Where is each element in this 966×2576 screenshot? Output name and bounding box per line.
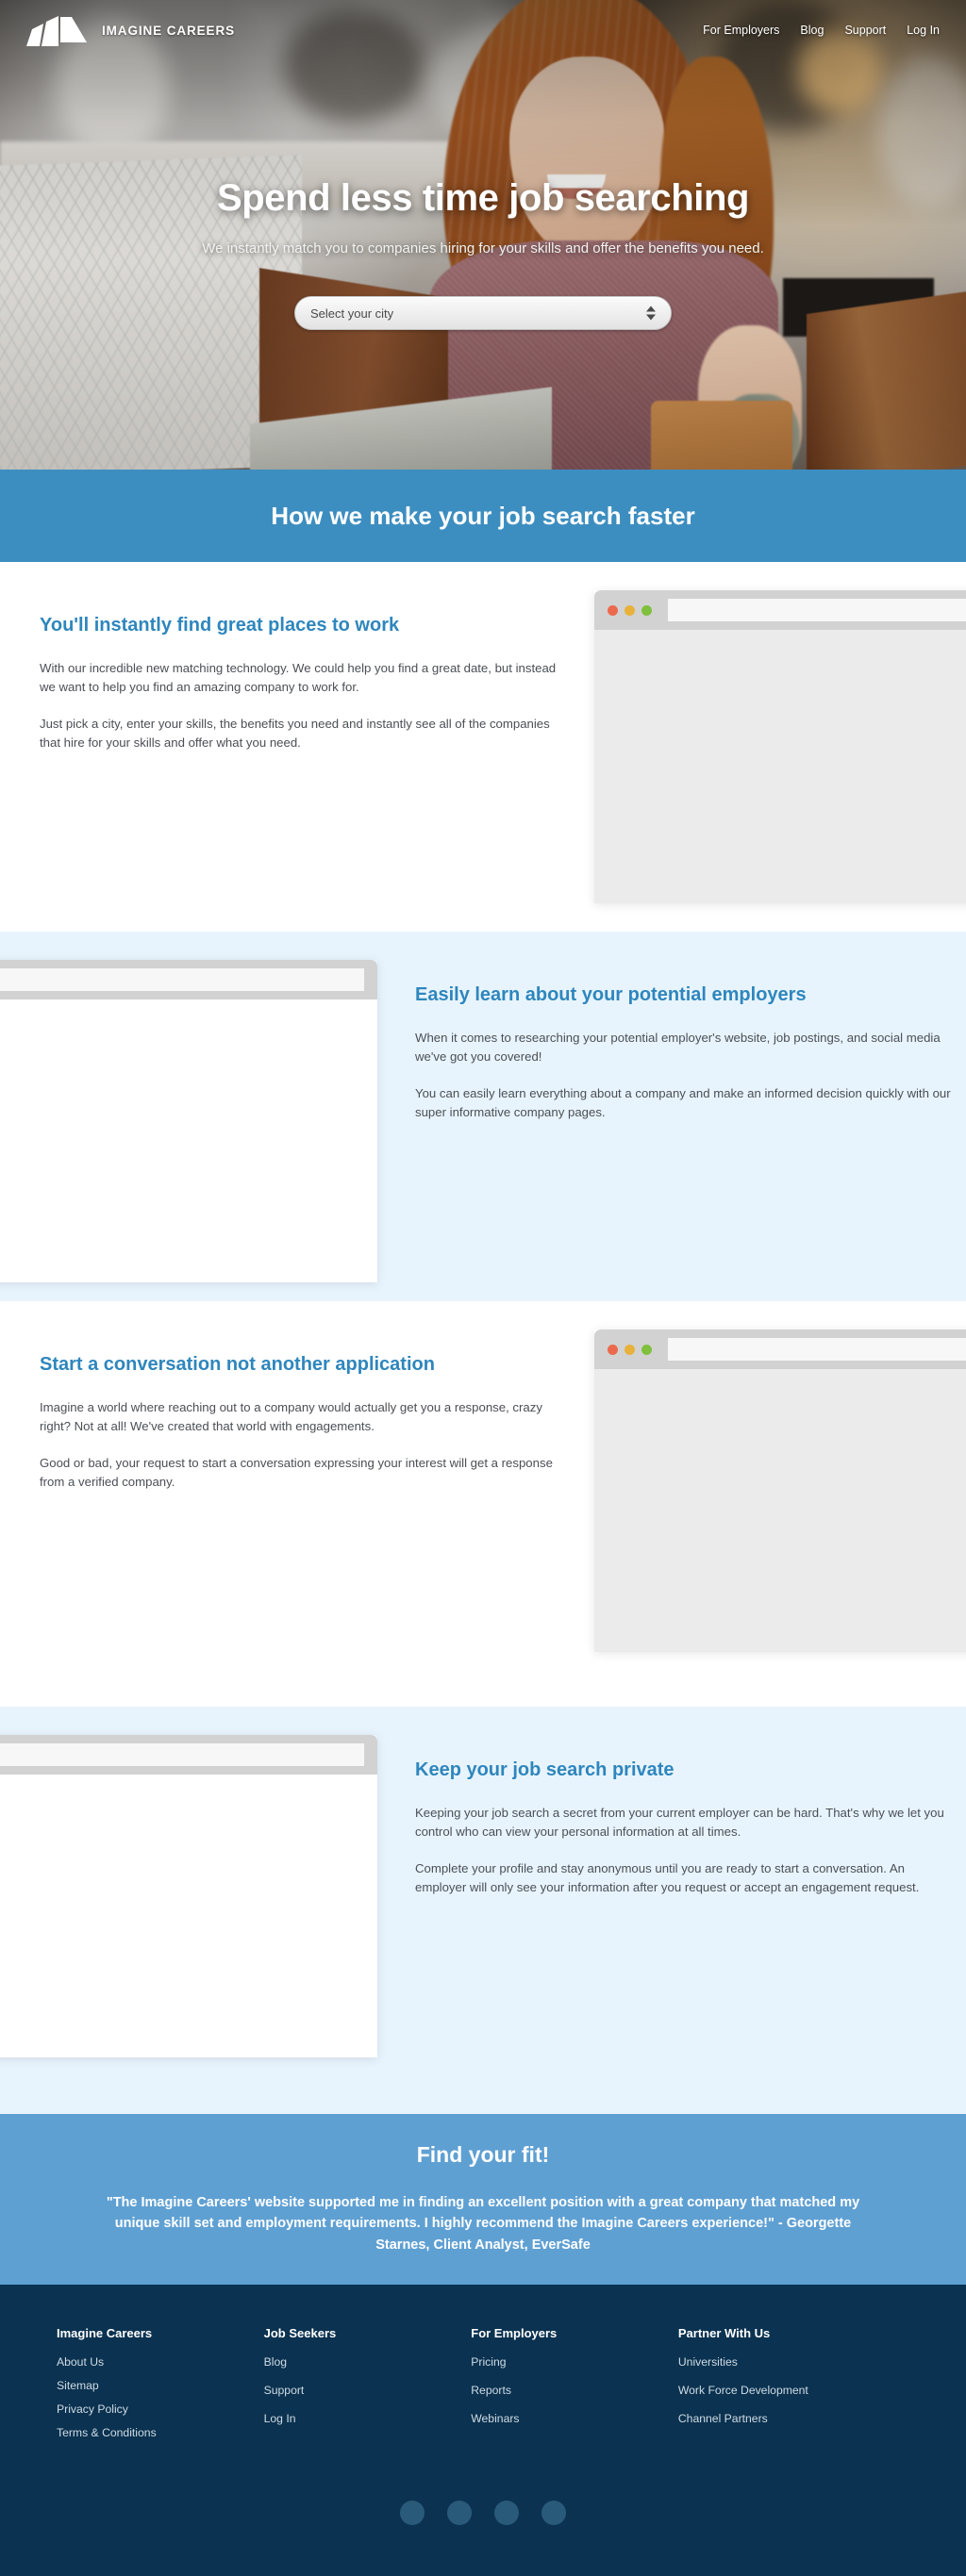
section-banner: How we make your job search faster [0, 470, 966, 562]
footer-link-webinars[interactable]: Webinars [471, 2412, 678, 2425]
feature-1-title: You'll instantly find great places to wo… [40, 615, 400, 636]
nav-link-support[interactable]: Support [844, 24, 886, 37]
feature-1-paragraph-1: With our incredible new matching technol… [40, 661, 557, 695]
footer-column-title: Partner With Us [677, 2326, 771, 2340]
feature-1-text: You'll instantly find great places to wo… [40, 615, 568, 753]
feature-section-1: You'll instantly find great places to wo… [0, 562, 966, 932]
testimonial-quote: "The Imagine Careers' website supported … [106, 2195, 860, 2253]
browser-url-bar [0, 1743, 364, 1766]
hero-section: IMAGINE CAREERS For Employers Blog Suppo… [0, 0, 966, 470]
footer-column-title: Job Seekers [263, 2326, 337, 2340]
mountain-logo-icon [26, 16, 87, 46]
hero-title: Spend less time job searching [216, 177, 750, 219]
browser-url-bar [0, 968, 364, 991]
site-footer: Imagine Careers About Us Sitemap Privacy… [0, 2285, 966, 2576]
feature-2-title: Easily learn about your potential employ… [415, 984, 807, 1005]
social-circle-icon-3[interactable] [494, 2501, 519, 2525]
close-dot-icon [608, 1344, 618, 1355]
up-down-stepper-icon [646, 305, 656, 321]
hero-subtitle: We instantly match you to companies hiri… [202, 240, 764, 256]
footer-link-sitemap[interactable]: Sitemap [57, 2379, 264, 2392]
browser-mockup-3 [594, 1329, 966, 1652]
nav-link-blog[interactable]: Blog [800, 24, 824, 37]
nav-link-log-in[interactable]: Log In [907, 24, 940, 37]
footer-link-work-force-development[interactable]: Work Force Development [678, 2384, 909, 2397]
brand-logo[interactable]: IMAGINE CAREERS [23, 14, 235, 46]
browser-viewport [0, 999, 377, 1282]
minimize-dot-icon [625, 1344, 635, 1355]
maximize-dot-icon [641, 1344, 652, 1355]
feature-4-text: Keep your job search private Keeping you… [415, 1759, 953, 1898]
footer-column-for-employers: For Employers Pricing Reports Webinars [471, 2326, 678, 2450]
minimize-dot-icon [625, 604, 635, 616]
browser-titlebar [594, 590, 966, 630]
footer-link-reports[interactable]: Reports [471, 2384, 678, 2397]
feature-3-title: Start a conversation not another applica… [40, 1354, 435, 1375]
feature-4-title: Keep your job search private [415, 1759, 675, 1780]
social-circle-icon-4[interactable] [541, 2501, 566, 2525]
footer-link-universities[interactable]: Universities [678, 2355, 909, 2369]
footer-bottom-spacer [57, 2525, 909, 2576]
feature-2-text: Easily learn about your potential employ… [415, 984, 953, 1123]
maximize-dot-icon [641, 604, 652, 616]
feature-4-paragraph-2: Complete your profile and stay anonymous… [415, 1860, 920, 1895]
footer-link-channel-partners[interactable]: Channel Partners [678, 2412, 909, 2425]
footer-column-partner-with-us: Partner With Us Universities Work Force … [678, 2326, 909, 2450]
feature-2-paragraph-1: When it comes to researching your potent… [415, 1031, 941, 1065]
close-dot-icon [608, 604, 618, 616]
browser-mockup-2 [0, 960, 377, 1282]
feature-1-paragraph-2: Just pick a city, enter your skills, the… [40, 716, 550, 751]
footer-column-job-seekers: Job Seekers Blog Support Log In [264, 2326, 472, 2450]
feature-2-paragraph-2: You can easily learn everything about a … [415, 1085, 951, 1120]
footer-link-terms-conditions[interactable]: Terms & Conditions [57, 2426, 264, 2439]
browser-titlebar [0, 960, 377, 999]
footer-link-blog[interactable]: Blog [264, 2355, 472, 2369]
feature-3-paragraph-2: Good or bad, your request to start a con… [40, 1455, 553, 1490]
footer-column-title: For Employers [471, 2326, 558, 2340]
browser-url-bar [668, 599, 966, 621]
social-links-row [57, 2450, 909, 2525]
browser-viewport [0, 1775, 377, 2057]
nav-links: For Employers Blog Support Log In [703, 24, 940, 37]
city-select-value: Select your city [310, 305, 394, 321]
footer-column-title: Imagine Careers [57, 2326, 153, 2340]
footer-link-about-us[interactable]: About Us [57, 2355, 264, 2369]
footer-link-privacy-policy[interactable]: Privacy Policy [57, 2403, 264, 2416]
nav-link-for-employers[interactable]: For Employers [703, 24, 779, 37]
feature-section-2: Easily learn about your potential employ… [0, 932, 966, 1301]
testimonial-section: Find your fit! "The Imagine Careers' web… [0, 2114, 966, 2285]
feature-3-text: Start a conversation not another applica… [40, 1354, 568, 1493]
banner-title: How we make your job search faster [271, 501, 695, 530]
browser-titlebar [594, 1329, 966, 1369]
browser-mockup-4 [0, 1735, 377, 2057]
browser-titlebar [0, 1735, 377, 1775]
footer-link-support[interactable]: Support [264, 2384, 472, 2397]
feature-section-3: Start a conversation not another applica… [0, 1301, 966, 1707]
city-select[interactable]: Select your city [294, 296, 672, 330]
top-navigation-bar: IMAGINE CAREERS For Employers Blog Suppo… [0, 0, 966, 60]
browser-viewport [594, 1369, 966, 1652]
hero-content: Spend less time job searching We instant… [0, 0, 966, 470]
browser-viewport [594, 630, 966, 903]
feature-3-paragraph-1: Imagine a world where reaching out to a … [40, 1400, 542, 1434]
browser-url-bar [668, 1338, 966, 1361]
feature-section-4: Keep your job search private Keeping you… [0, 1707, 966, 2114]
social-circle-icon-1[interactable] [400, 2501, 425, 2525]
testimonial-title: Find your fit! [416, 2142, 550, 2167]
footer-link-pricing[interactable]: Pricing [471, 2355, 678, 2369]
social-circle-icon-2[interactable] [447, 2501, 472, 2525]
brand-name: IMAGINE CAREERS [102, 23, 236, 38]
browser-mockup-1 [594, 590, 966, 903]
footer-columns: Imagine Careers About Us Sitemap Privacy… [57, 2326, 909, 2450]
footer-column-imagine-careers: Imagine Careers About Us Sitemap Privacy… [57, 2326, 264, 2450]
feature-4-paragraph-1: Keeping your job search a secret from yo… [415, 1806, 944, 1840]
footer-link-log-in[interactable]: Log In [264, 2412, 472, 2425]
